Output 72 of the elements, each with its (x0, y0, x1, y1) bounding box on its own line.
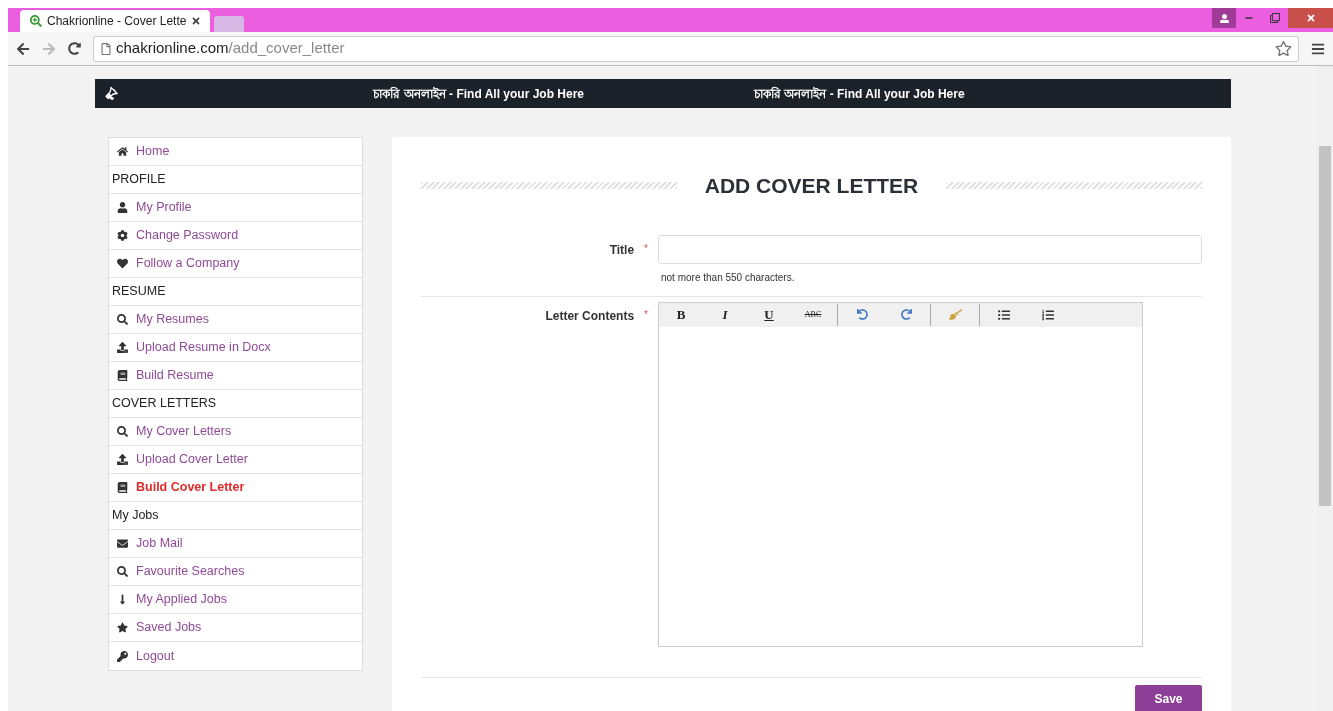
sidebar-item[interactable]: Home (109, 138, 362, 166)
sidebar-item[interactable]: Logout (109, 642, 362, 670)
rich-text-editor[interactable]: B I U ABC (658, 301, 1143, 647)
redo-icon (900, 309, 912, 320)
sidebar-heading: PROFILE (112, 171, 166, 189)
underline-button[interactable]: U (747, 303, 791, 326)
field-label: Title (609, 241, 635, 259)
sidebar-item[interactable]: Job Mail (109, 530, 362, 558)
scrollbar-thumb[interactable] (1318, 146, 1331, 506)
profile-button[interactable] (1212, 8, 1236, 28)
envelope-icon (117, 538, 128, 549)
upload-icon (117, 454, 128, 465)
field-hint: not more than 550 characters. (661, 270, 796, 285)
sidebar-item[interactable]: Favourite Searches (109, 558, 362, 586)
sidebar-item[interactable]: Upload Resume in Docx (109, 334, 362, 362)
close-icon[interactable] (191, 16, 202, 26)
numbered-list-icon (1042, 308, 1054, 321)
page-heading: ADD COVER LETTER (704, 173, 919, 199)
bookmark-star-icon[interactable] (1275, 40, 1292, 57)
close-icon (1305, 13, 1316, 23)
sidebar-item[interactable]: Change Password (109, 222, 362, 250)
key-icon (117, 650, 128, 662)
down-arrow-icon (117, 594, 128, 605)
close-window-button[interactable] (1288, 8, 1333, 28)
search-icon (117, 314, 128, 325)
user-icon (1219, 13, 1229, 23)
book-icon (117, 482, 128, 493)
bold-button[interactable]: B (659, 303, 703, 326)
heart-icon (117, 258, 128, 269)
banner-text: চাকরি অনলাইন - Find All your Job Here (373, 85, 584, 103)
browser-tab[interactable]: Chakrionline - Cover Lette (20, 10, 210, 32)
undo-icon (856, 309, 868, 320)
title-input[interactable] (658, 234, 1202, 264)
sidebar-item[interactable]: Build Resume (109, 362, 362, 390)
url-text: chakrionline.com/add_cover_letter (116, 38, 345, 59)
sidebar-heading: RESUME (112, 283, 166, 301)
star-icon (117, 622, 128, 633)
sidebar-item[interactable]: Upload Cover Letter (109, 446, 362, 474)
address-bar[interactable]: chakrionline.com/add_cover_letter (93, 35, 1299, 62)
save-button[interactable]: Save (1135, 684, 1202, 711)
sidebar-item[interactable]: Build Cover Letter (109, 474, 362, 502)
tab-title: Chakrionline - Cover Lette (47, 13, 187, 30)
sidebar-heading: My Jobs (112, 507, 159, 525)
required-mark: * (644, 241, 648, 256)
reload-icon[interactable] (68, 42, 81, 55)
tab-favicon-icon (30, 15, 42, 27)
back-icon[interactable] (16, 41, 30, 56)
page-icon (100, 42, 112, 55)
upload-icon (117, 342, 128, 353)
gear-icon (117, 230, 128, 241)
sidebar-heading: COVER LETTERS (112, 395, 217, 413)
banner-text: চাকরি অনলাইন - Find All your Job Here (754, 85, 965, 103)
sidebar-item[interactable]: My Resumes (109, 306, 362, 334)
italic-button[interactable]: I (703, 303, 747, 326)
field-label: Letter Contents (545, 307, 635, 325)
required-mark: * (644, 307, 648, 322)
sidebar-item[interactable]: Follow a Company (109, 250, 362, 278)
sidebar-item[interactable]: Saved Jobs (109, 614, 362, 642)
sidebar-item[interactable]: My Profile (109, 194, 362, 222)
book-icon (117, 370, 128, 381)
search-icon (117, 566, 128, 577)
search-icon (117, 426, 128, 437)
user-icon (117, 202, 128, 213)
menu-icon[interactable] (1311, 41, 1325, 56)
restore-icon (1270, 13, 1280, 23)
bullet-list-icon (998, 308, 1010, 321)
broom-icon (948, 308, 962, 321)
sidebar-item[interactable]: My Cover Letters (109, 418, 362, 446)
home-icon (117, 146, 128, 157)
sidebar-item[interactable]: My Applied Jobs (109, 586, 362, 614)
minimize-icon (1245, 14, 1253, 22)
strikethrough-button[interactable]: ABC (791, 303, 835, 326)
